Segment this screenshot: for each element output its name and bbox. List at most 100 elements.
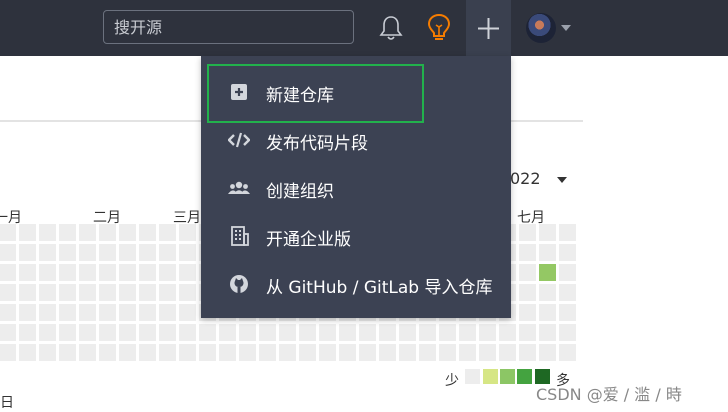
contribution-cell <box>119 264 136 281</box>
create-dropdown-menu: 新建仓库 发布代码片段 创建组织 开通企业版 从 GitHub / GitLab… <box>201 56 511 318</box>
user-avatar[interactable] <box>526 13 556 43</box>
menu-item-enterprise[interactable]: 开通企业版 <box>201 212 511 260</box>
search-input[interactable] <box>103 10 354 44</box>
contribution-cell <box>39 244 56 261</box>
contribution-cell <box>159 324 176 341</box>
contribution-cell <box>439 324 456 341</box>
contribution-cell <box>379 324 396 341</box>
contribution-cell <box>499 324 516 341</box>
contribution-cell <box>219 344 236 361</box>
contribution-cell <box>239 344 256 361</box>
contribution-cell <box>139 304 156 321</box>
contribution-cell <box>19 324 36 341</box>
contribution-cell <box>559 324 576 341</box>
chevron-down-icon[interactable] <box>561 25 571 31</box>
contribution-cell <box>39 324 56 341</box>
contribution-cell <box>119 324 136 341</box>
contribution-cell <box>299 324 316 341</box>
contribution-cell <box>459 344 476 361</box>
contribution-cell <box>319 344 336 361</box>
contribution-cell <box>119 244 136 261</box>
contribution-cell <box>319 324 336 341</box>
contribution-cell <box>99 224 116 241</box>
menu-item-publish-snippet[interactable]: 发布代码片段 <box>201 116 511 164</box>
menu-item-label: 从 GitHub / GitLab 导入仓库 <box>266 278 493 298</box>
year-selector-label[interactable]: 022 <box>510 169 541 188</box>
menu-item-new-repo[interactable]: 新建仓库 <box>201 68 511 116</box>
contribution-cell <box>479 344 496 361</box>
contribution-cell <box>219 324 236 341</box>
contribution-cell <box>39 344 56 361</box>
create-new-button[interactable] <box>466 0 511 56</box>
contribution-cell <box>539 304 556 321</box>
contribution-cell <box>119 304 136 321</box>
contribution-cell <box>79 284 96 301</box>
top-navbar <box>0 0 728 56</box>
contribution-cell <box>519 224 536 241</box>
menu-item-label: 新建仓库 <box>266 86 334 106</box>
contribution-cell <box>179 284 196 301</box>
contribution-cell <box>39 304 56 321</box>
contribution-cell <box>99 324 116 341</box>
plus-icon <box>478 18 499 39</box>
contribution-cell <box>59 264 76 281</box>
contribution-cell <box>79 304 96 321</box>
contribution-cell <box>559 304 576 321</box>
contribution-cell <box>339 344 356 361</box>
contribution-cell <box>59 344 76 361</box>
legend-swatch <box>465 369 480 384</box>
contribution-cell <box>179 244 196 261</box>
contribution-cell <box>59 324 76 341</box>
contribution-cell <box>39 224 56 241</box>
contribution-cell <box>0 344 16 361</box>
contribution-cell <box>79 324 96 341</box>
contribution-cell <box>99 284 116 301</box>
menu-item-label: 发布代码片段 <box>266 134 368 154</box>
contribution-cell <box>179 224 196 241</box>
legend-swatch <box>483 369 498 384</box>
contribution-cell <box>519 344 536 361</box>
contribution-cell <box>39 284 56 301</box>
bell-icon[interactable] <box>378 14 404 42</box>
contribution-cell <box>259 344 276 361</box>
contribution-cell <box>59 304 76 321</box>
building-icon <box>231 226 249 246</box>
year-caret-icon[interactable] <box>557 177 567 183</box>
code-icon <box>228 132 250 148</box>
contribution-cell <box>259 324 276 341</box>
contribution-cell <box>199 324 216 341</box>
contribution-cell <box>539 244 556 261</box>
contribution-cell <box>99 244 116 261</box>
contribution-cell <box>99 344 116 361</box>
contribution-cell <box>419 344 436 361</box>
contribution-cell <box>79 244 96 261</box>
contribution-cell <box>0 224 16 241</box>
contribution-cell <box>279 344 296 361</box>
contribution-cell <box>239 324 256 341</box>
menu-item-label: 创建组织 <box>266 182 334 202</box>
contribution-cell <box>0 264 16 281</box>
contribution-cell <box>159 344 176 361</box>
contribution-cell <box>199 344 216 361</box>
contribution-cell <box>139 244 156 261</box>
contribution-cell <box>99 304 116 321</box>
contribution-cell <box>539 324 556 341</box>
legend-swatch <box>500 369 515 384</box>
contribution-cell <box>539 264 556 281</box>
contribution-cell <box>0 244 16 261</box>
contribution-cell <box>0 284 16 301</box>
menu-item-create-org[interactable]: 创建组织 <box>201 164 511 212</box>
contribution-cell <box>419 324 436 341</box>
contribution-cell <box>539 224 556 241</box>
contribution-cell <box>559 224 576 241</box>
contribution-cell <box>19 264 36 281</box>
plus-square-icon <box>231 84 247 100</box>
contribution-cell <box>559 284 576 301</box>
contribution-cell <box>479 324 496 341</box>
contribution-cell <box>359 344 376 361</box>
lightbulb-icon[interactable] <box>426 13 452 43</box>
github-icon <box>230 275 248 293</box>
contribution-cell <box>119 224 136 241</box>
contribution-cell <box>399 324 416 341</box>
menu-item-import-repo[interactable]: 从 GitHub / GitLab 导入仓库 <box>201 260 511 308</box>
